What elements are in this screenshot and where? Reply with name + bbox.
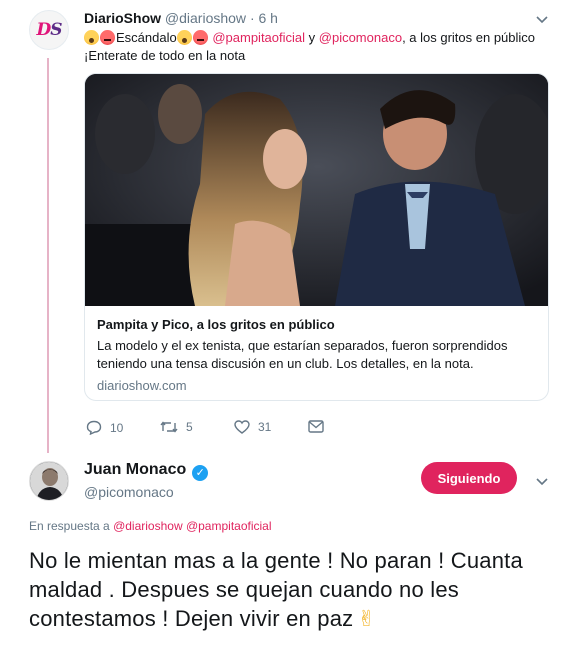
angry-face-icon — [192, 30, 208, 45]
tweet2-text: No le mientan mas a la gente ! No paran … — [29, 546, 579, 633]
reply-count: 10 — [110, 420, 124, 435]
envelope-icon — [308, 420, 324, 433]
like-count: 31 — [258, 420, 272, 434]
reply-button[interactable]: 10 — [86, 420, 123, 435]
direct-message-button[interactable] — [308, 420, 324, 433]
screaming-face-icon — [84, 30, 99, 45]
diarioshow-logo: DS — [36, 20, 62, 40]
reply-context: En respuesta a @diarioshow @pampitaofici… — [29, 519, 272, 533]
mention-picomonaco[interactable]: @picomonaco — [319, 30, 402, 45]
retweet-icon — [160, 421, 178, 433]
screaming-face-icon — [176, 30, 192, 45]
reply-prefix: En respuesta a — [29, 519, 110, 533]
mention-pampitaoficial[interactable]: @pampitaoficial — [212, 30, 305, 45]
tweet1-text-rest: , a los gritos en público — [402, 30, 536, 45]
tweet1-time[interactable]: 6 h — [259, 10, 278, 26]
chevron-down-icon[interactable] — [536, 474, 548, 489]
tweet2-body: No le mientan mas a la gente ! No paran … — [29, 548, 523, 631]
reply-icon — [86, 420, 102, 435]
link-card[interactable]: Pampita y Pico, a los gritos en público … — [84, 73, 549, 401]
tweet1-display-name[interactable]: DiarioShow — [84, 10, 161, 26]
retweet-button[interactable]: 5 — [160, 420, 193, 434]
tweet1-header: DiarioShow @diarioshow · 6 h — [84, 10, 278, 26]
avatar-diarioshow[interactable]: DS — [29, 10, 69, 50]
heart-icon — [234, 420, 250, 434]
following-button[interactable]: Siguiendo — [421, 462, 517, 494]
tweet2-handle[interactable]: @picomonaco — [84, 484, 174, 500]
card-description: La modelo y el ex tenista, que estarían … — [97, 338, 508, 371]
reply-mention-diarioshow[interactable]: @diarioshow — [113, 519, 183, 533]
verified-badge-icon: ✓ — [192, 465, 209, 481]
card-body[interactable]: Pampita y Pico, a los gritos en público … — [85, 306, 548, 400]
tweet2-display-name[interactable]: Juan Monaco ✓ — [84, 461, 209, 481]
retweet-count: 5 — [186, 420, 193, 434]
tweet1-word: Escándalo — [116, 30, 177, 45]
like-button[interactable]: 31 — [234, 420, 271, 434]
tweet1-handle[interactable]: @diarioshow — [165, 10, 246, 26]
tweet1-text: Escándalo @pampitaoficial y @picomonaco,… — [84, 29, 554, 65]
card-photo[interactable] — [85, 74, 548, 306]
victory-hand-icon: ✌ — [357, 606, 376, 631]
avatar-picomonaco[interactable] — [29, 461, 69, 501]
angry-face-icon — [100, 30, 115, 45]
chevron-down-icon[interactable] — [536, 12, 548, 27]
tweet1-connector: y — [305, 30, 319, 45]
reply-mention-pampitaoficial[interactable]: @pampitaoficial — [186, 519, 272, 533]
card-domain: diarioshow.com — [97, 378, 187, 393]
tweet1-separator: · — [249, 10, 255, 26]
thread-connector-line — [47, 58, 49, 453]
tweet2-name-text[interactable]: Juan Monaco — [84, 461, 186, 478]
tweet1-line2: ¡Enterate de todo en la nota — [84, 48, 246, 63]
card-title[interactable]: Pampita y Pico, a los gritos en público — [97, 316, 538, 334]
